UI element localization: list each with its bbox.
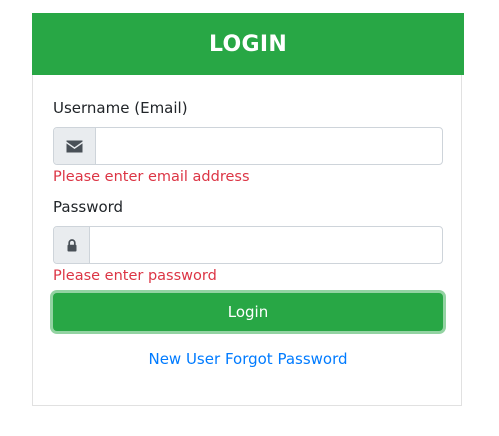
username-input[interactable] <box>96 128 442 164</box>
login-header: LOGIN <box>32 13 464 75</box>
envelope-icon <box>54 128 96 164</box>
forgot-password-link[interactable]: Forgot Password <box>225 350 348 368</box>
lock-icon <box>54 227 90 263</box>
password-input-group <box>53 226 443 264</box>
login-card: LOGIN Username (Email) Please enter emai… <box>32 13 464 406</box>
login-button[interactable]: Login <box>53 293 443 331</box>
username-input-group <box>53 127 443 165</box>
password-label: Password <box>53 198 124 216</box>
username-error: Please enter email address <box>53 169 250 185</box>
auth-links: New User Forgot Password <box>33 350 463 368</box>
password-error: Please enter password <box>53 268 217 284</box>
new-user-link[interactable]: New User <box>148 350 220 368</box>
username-label: Username (Email) <box>53 99 188 117</box>
login-title: LOGIN <box>208 31 288 57</box>
password-input[interactable] <box>90 227 442 263</box>
